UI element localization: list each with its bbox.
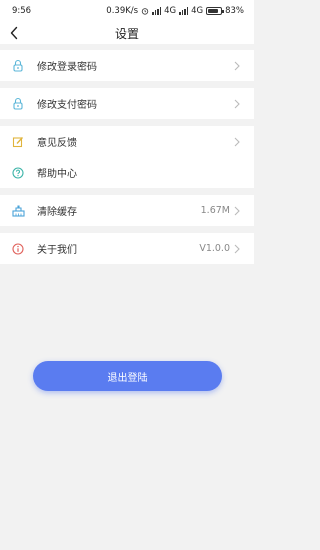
help-center-item[interactable]: 帮助中心 (0, 157, 254, 188)
signal-icon (179, 7, 189, 15)
change-payment-password-item[interactable]: 修改支付密码 (0, 88, 254, 119)
chevron-right-icon (234, 61, 242, 71)
info-icon (11, 242, 25, 256)
chevron-right-icon (234, 206, 242, 216)
change-login-password-item[interactable]: 修改登录密码 (0, 50, 254, 81)
battery-percent: 83% (225, 6, 244, 16)
page-title: 设置 (114, 26, 139, 41)
signal-icon (152, 7, 162, 15)
status-bar: 9:56 0.39K/s 4G 4G 83% (0, 0, 254, 22)
lock-icon (11, 97, 25, 111)
status-icons: 0.39K/s 4G 4G 83% (106, 6, 244, 16)
item-label: 修改支付密码 (37, 100, 97, 111)
lock-icon (11, 59, 25, 73)
broom-icon (11, 204, 25, 218)
cache-size: 1.67M (200, 205, 230, 216)
item-label: 意见反馈 (37, 138, 77, 149)
feedback-item[interactable]: 意见反馈 (0, 126, 254, 157)
about-us-item[interactable]: 关于我们 V1.0.0 (0, 233, 254, 264)
edit-icon (11, 135, 25, 149)
nav-bar: 设置 (0, 22, 254, 44)
help-icon (11, 166, 25, 180)
alarm-icon (141, 8, 149, 15)
status-time: 9:56 (12, 6, 32, 16)
app-version: V1.0.0 (199, 243, 230, 254)
item-label: 清除缓存 (37, 207, 77, 218)
item-label: 关于我们 (37, 245, 77, 256)
network-speed: 0.39K/s (106, 6, 139, 16)
network-type-2: 4G (191, 6, 204, 16)
clear-cache-item[interactable]: 清除缓存 1.67M (0, 195, 254, 226)
item-label: 修改登录密码 (37, 62, 97, 73)
chevron-right-icon (234, 137, 242, 147)
settings-screen: 9:56 0.39K/s 4G 4G 83% 设置 修改登录密码 修改支付密码 … (0, 0, 254, 550)
battery-icon (206, 7, 225, 15)
chevron-right-icon (234, 99, 242, 109)
chevron-left-icon (10, 26, 18, 40)
chevron-right-icon (234, 244, 242, 254)
logout-button[interactable]: 退出登陆 (33, 361, 222, 391)
back-button[interactable] (4, 22, 24, 44)
item-label: 帮助中心 (37, 169, 77, 180)
network-type-1: 4G (164, 6, 177, 16)
settings-list: 修改登录密码 修改支付密码 意见反馈 帮助中心 清除缓存 1.67M 关于我们 … (0, 50, 254, 264)
